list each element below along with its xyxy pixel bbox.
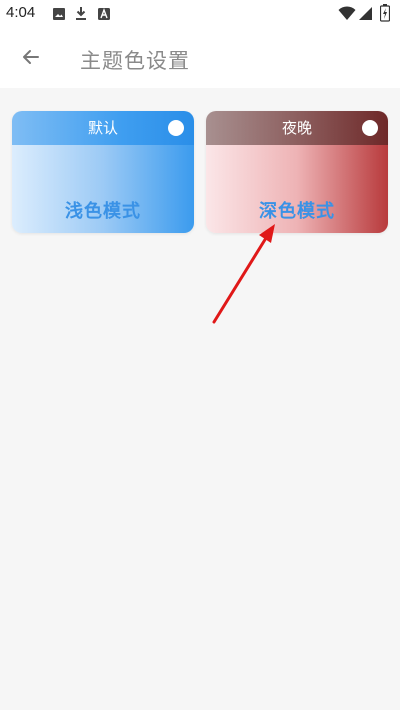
theme-radio-default[interactable] — [168, 120, 184, 136]
download-icon — [74, 6, 88, 25]
theme-card-night[interactable]: 夜晚 深色模式 — [206, 111, 388, 233]
image-icon — [52, 6, 66, 25]
accessibility-icon — [97, 6, 111, 25]
back-button[interactable] — [14, 42, 48, 76]
status-bar: 4:04 — [0, 0, 400, 28]
signal-icon — [358, 6, 373, 25]
theme-content: 默认 浅色模式 夜晚 深色模式 — [0, 88, 400, 710]
theme-mode-label: 浅色模式 — [65, 201, 141, 222]
app-bar: 主题色设置 — [0, 28, 400, 88]
theme-radio-night[interactable] — [362, 120, 378, 136]
battery-icon — [379, 4, 391, 26]
wifi-icon — [338, 6, 356, 25]
page-title: 主题色设置 — [80, 49, 190, 73]
status-time: 4:04 — [6, 4, 36, 21]
theme-name: 默认 — [87, 119, 118, 137]
screen: 4:04 主题色设置 默认 浅色模式 夜晚 深色模式 — [0, 0, 400, 710]
theme-name: 夜晚 — [281, 119, 312, 137]
arrow-left-icon — [21, 47, 41, 71]
theme-mode-label: 深色模式 — [259, 201, 335, 222]
theme-card-default[interactable]: 默认 浅色模式 — [12, 111, 194, 233]
